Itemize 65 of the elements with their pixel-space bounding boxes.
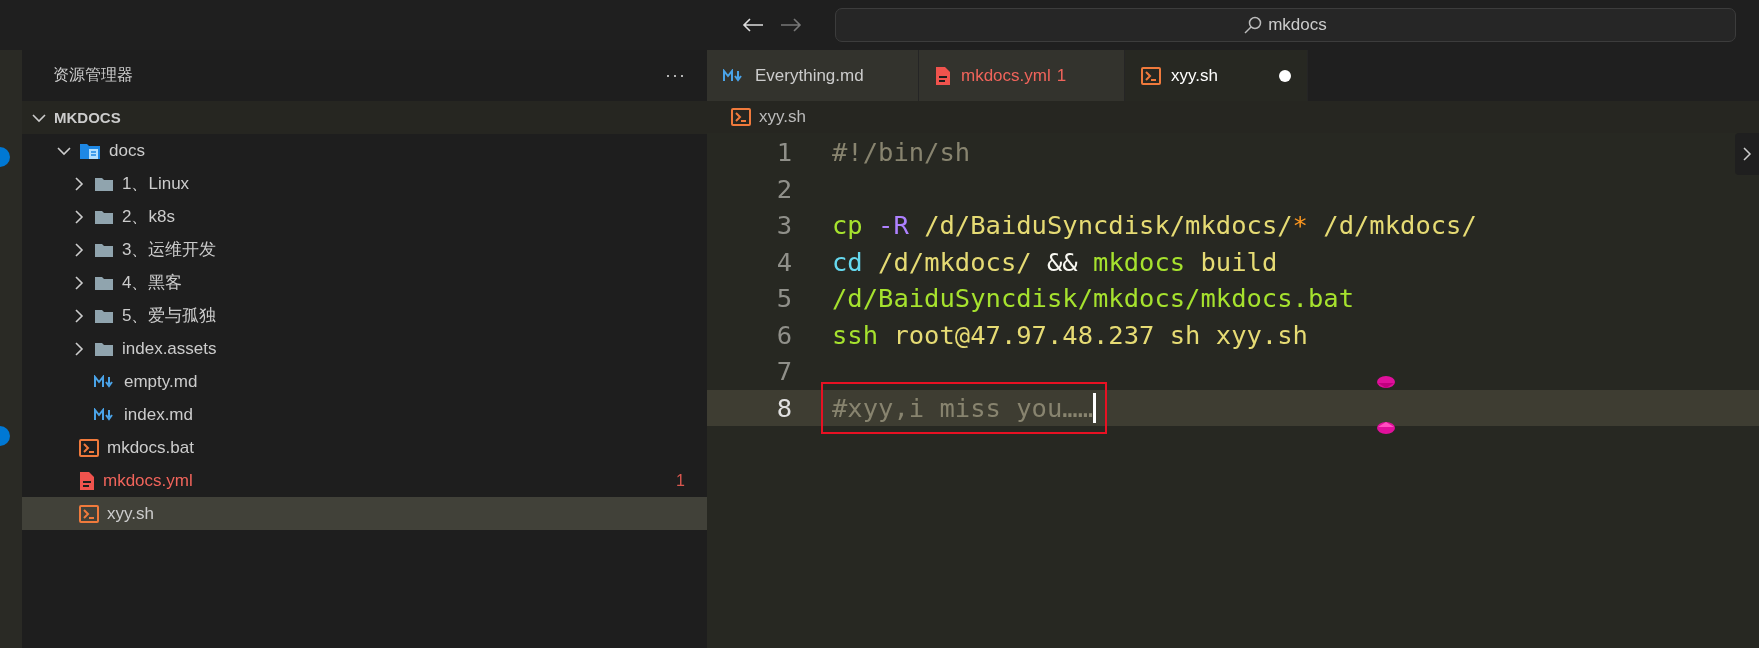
folder-icon [94, 274, 114, 291]
line-number: 6 [775, 319, 792, 350]
highlighted-code-line: #xyy,i miss you…… [832, 392, 1096, 423]
code-line: cd /d/mkdocs/ && mkdocs build [832, 246, 1278, 277]
unsaved-dot-icon [1279, 69, 1291, 82]
file-row[interactable]: xyy.sh [22, 497, 707, 530]
editor-tab[interactable]: Everything.md [707, 50, 919, 101]
editor-tab[interactable]: xyy.sh [1125, 50, 1308, 101]
file-row[interactable]: empty.md [22, 365, 707, 398]
file-row[interactable]: mkdocs.bat [22, 431, 707, 464]
file-row[interactable]: index.md [22, 398, 707, 431]
line-number: 3 [775, 210, 792, 241]
workspace-header[interactable]: MKDOCS [22, 101, 707, 134]
terminal-icon [731, 108, 751, 126]
terminal-icon [79, 504, 99, 523]
marker-icon [1376, 420, 1396, 435]
problem-count: 1 [676, 471, 685, 490]
search-field[interactable]: mkdocs [835, 8, 1736, 42]
breadcrumb[interactable]: xyy.sh [731, 107, 806, 127]
line-number: 1 [775, 137, 792, 168]
editor-tab[interactable]: mkdocs.yml 1 [919, 50, 1125, 101]
document-icon [935, 65, 951, 86]
terminal-icon [79, 438, 99, 457]
panel-title: 资源管理器 [53, 65, 133, 85]
line-number: 4 [775, 246, 792, 277]
folder-icon [94, 307, 114, 324]
folder-icon [94, 175, 114, 192]
code-line: cp -R /d/BaiduSyncdisk/mkdocs/* /d/mkdocs/ [832, 210, 1477, 241]
code-line: #!/bin/sh [832, 137, 971, 168]
code-line: ssh root@47.97.48.237 sh xyy.sh [832, 319, 1308, 350]
folder-row[interactable]: docs [22, 134, 707, 167]
file-row[interactable]: 4、黑客 [22, 266, 707, 299]
chevron-right-icon [72, 242, 86, 257]
folder-icon [94, 340, 114, 357]
markdown-icon [723, 68, 745, 83]
code-line: /d/BaiduSyncdisk/mkdocs/mkdocs.bat [832, 283, 1354, 314]
chevron-right-icon [72, 275, 86, 290]
chevron-right-icon [72, 341, 86, 356]
line-number: 5 [775, 283, 792, 314]
document-icon [79, 470, 95, 491]
line-number: 7 [775, 356, 792, 387]
search-icon [1244, 16, 1263, 34]
file-row[interactable]: 2、k8s [22, 200, 707, 233]
file-row[interactable]: 5、爱与孤独 [22, 299, 707, 332]
line-number: 2 [775, 173, 792, 204]
collapse-button[interactable] [1735, 133, 1759, 175]
folder-icon [79, 141, 101, 160]
file-row[interactable]: mkdocs.yml 1 [22, 464, 707, 497]
markdown-icon [94, 407, 116, 422]
folder-icon [94, 208, 114, 225]
file-row[interactable]: 3、运维开发 [22, 233, 707, 266]
more-actions-button[interactable]: ··· [665, 65, 686, 86]
chevron-right-icon [72, 209, 86, 224]
file-row[interactable]: index.assets [22, 332, 707, 365]
terminal-icon [1141, 66, 1161, 85]
back-arrow-icon[interactable] [742, 17, 764, 33]
chevron-right-icon [1742, 147, 1752, 161]
text-cursor [1093, 392, 1096, 423]
line-number: 8 [775, 392, 792, 423]
folder-icon [94, 241, 114, 258]
chevron-right-icon [72, 176, 86, 191]
marker-icon [1376, 374, 1396, 389]
chevron-right-icon [72, 308, 86, 323]
file-row[interactable]: 1、Linux [22, 167, 707, 200]
markdown-icon [94, 374, 116, 389]
